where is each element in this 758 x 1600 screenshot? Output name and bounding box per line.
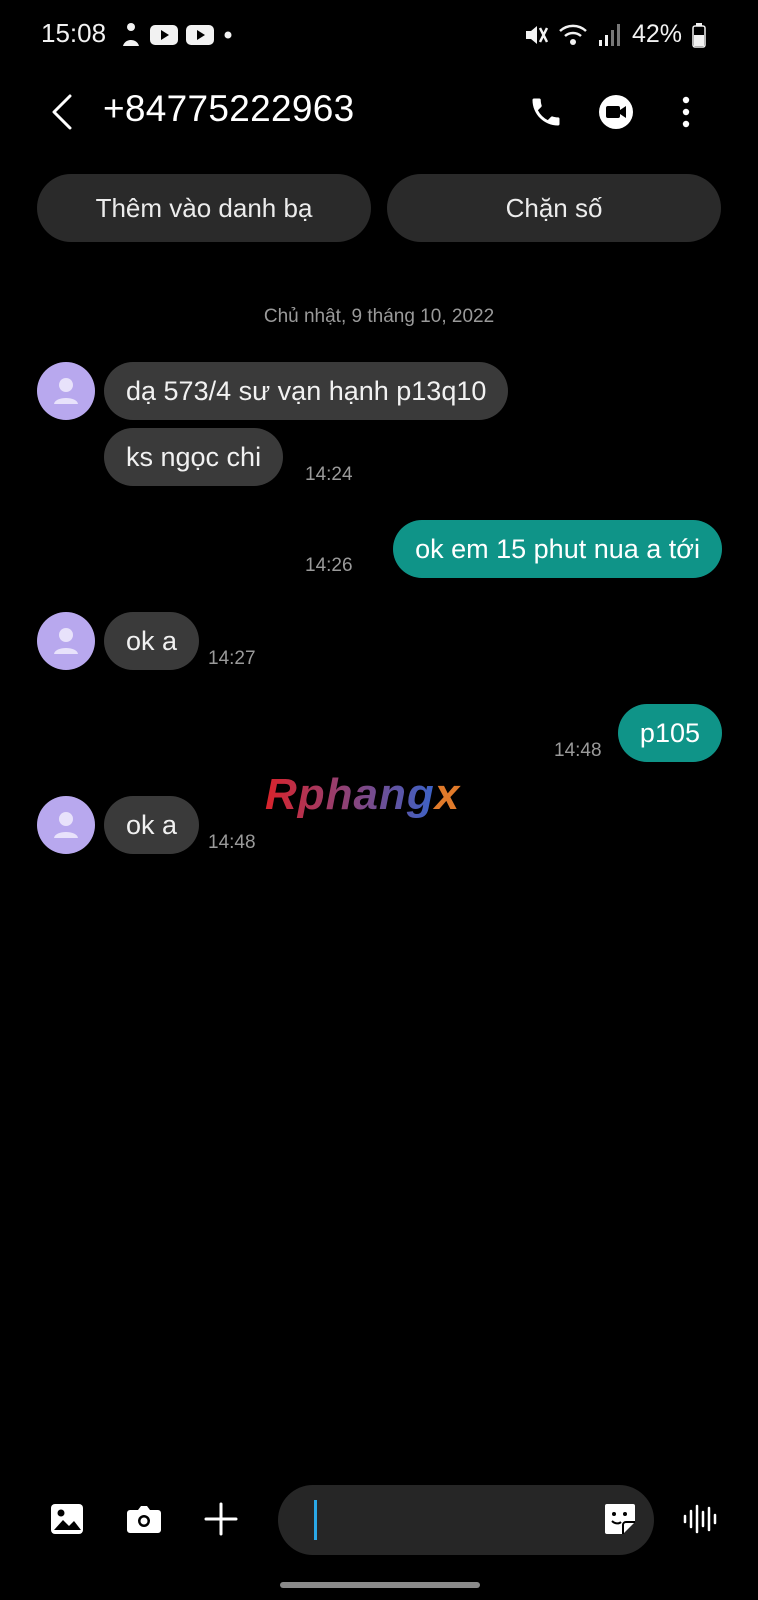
message-timestamp: 14:48 — [554, 740, 602, 761]
phone-icon — [532, 98, 560, 126]
message-timestamp: 14:26 — [305, 555, 353, 576]
message-bubble-incoming[interactable]: ks ngọc chi — [104, 428, 284, 486]
more-options-icon — [682, 96, 690, 128]
sticker-button[interactable] — [598, 1497, 642, 1541]
video-call-button[interactable] — [594, 90, 638, 134]
status-time: 15:08 — [41, 18, 107, 48]
battery-icon — [692, 22, 706, 48]
voice-icon — [683, 1504, 717, 1534]
avatar[interactable] — [37, 362, 95, 420]
notification-dot-icon — [224, 31, 232, 39]
avatar[interactable] — [37, 612, 95, 670]
conversation-date: Chủ nhật, 9 tháng 10, 2022 — [263, 306, 495, 327]
gallery-button[interactable] — [45, 1497, 89, 1541]
message-bubble-incoming[interactable]: dạ 573/4 sư vạn hạnh p13q10 — [104, 362, 509, 420]
watermark-logo: Rphangx — [265, 770, 461, 819]
message-bubble-incoming[interactable]: ok a — [104, 796, 200, 854]
avatar[interactable] — [37, 796, 95, 854]
accessibility-icon — [123, 23, 139, 46]
plus-icon — [204, 1502, 238, 1536]
text-cursor — [314, 1500, 317, 1540]
battery-percent: 42% — [631, 20, 682, 48]
message-bubble-outgoing[interactable]: p105 — [617, 704, 722, 762]
wifi-icon — [559, 24, 587, 45]
signal-icon — [598, 23, 620, 46]
message-bubble-incoming[interactable]: ok a — [104, 612, 200, 670]
person-icon — [54, 378, 78, 404]
sticker-icon — [605, 1504, 635, 1534]
camera-icon — [127, 1506, 161, 1533]
person-icon — [54, 812, 78, 838]
youtube-icon — [150, 25, 178, 45]
block-number-button[interactable]: Chặn số — [387, 174, 721, 242]
attach-button[interactable] — [199, 1497, 243, 1541]
call-button[interactable] — [524, 90, 568, 134]
status-right: 42% — [524, 20, 706, 49]
gallery-icon — [51, 1504, 83, 1534]
camera-button[interactable] — [122, 1497, 166, 1541]
message-bubble-outgoing[interactable]: ok em 15 phut nua a tới — [393, 520, 722, 578]
home-indicator[interactable] — [280, 1582, 480, 1588]
person-icon — [54, 628, 78, 654]
youtube-icon-2 — [186, 25, 214, 45]
message-timestamp: 14:27 — [208, 648, 256, 669]
back-button[interactable] — [44, 88, 84, 136]
status-notification-icons — [120, 22, 234, 48]
voice-record-button[interactable] — [678, 1497, 722, 1541]
more-options-button[interactable] — [664, 90, 708, 134]
mute-icon — [525, 25, 548, 44]
add-to-contacts-button[interactable]: Thêm vào danh bạ — [37, 174, 371, 242]
video-call-icon — [599, 95, 633, 129]
contact-number-title[interactable]: +84775222963 — [103, 88, 355, 130]
message-timestamp: 14:24 — [305, 464, 353, 485]
back-arrow-icon — [52, 94, 72, 130]
message-timestamp: 14:48 — [208, 832, 256, 853]
